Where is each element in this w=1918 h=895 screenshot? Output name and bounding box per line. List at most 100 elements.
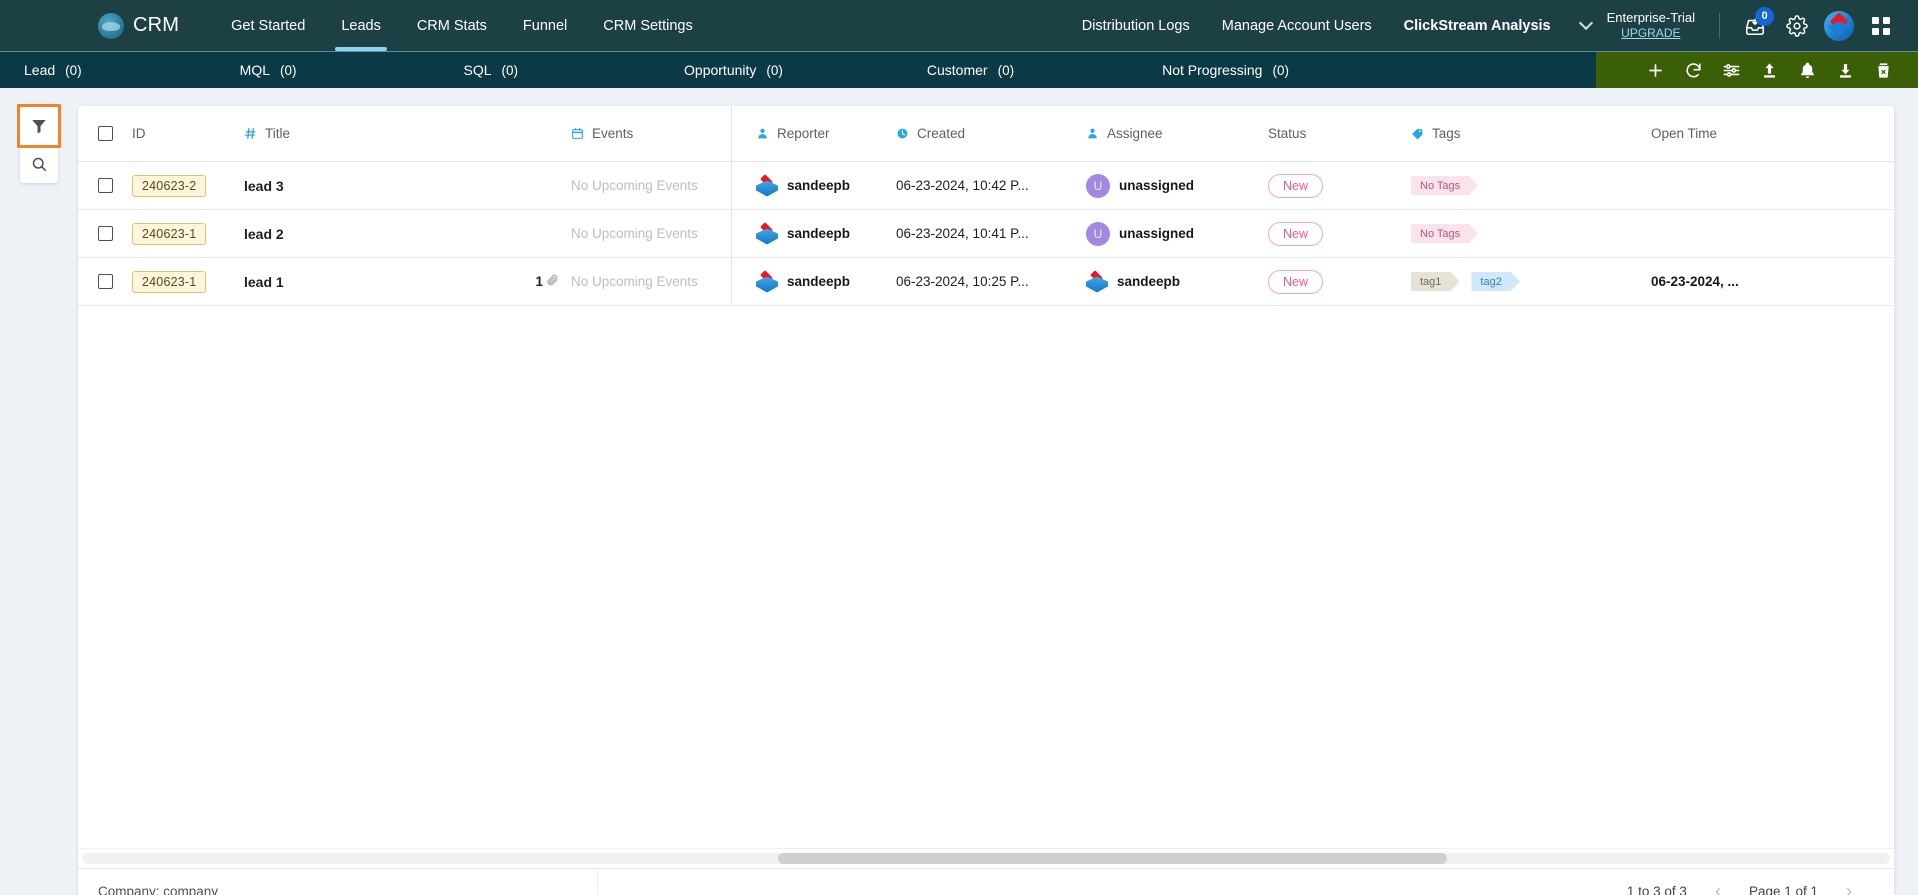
reporter-name: sandeepb xyxy=(787,178,851,193)
filter-icon[interactable] xyxy=(17,104,61,148)
next-page-button[interactable]: › xyxy=(1844,881,1854,895)
tag-icon xyxy=(1411,127,1424,140)
stage-opportunity-count: (0) xyxy=(766,62,783,78)
grid-glyph xyxy=(1872,16,1890,35)
search-icon[interactable] xyxy=(20,145,58,183)
top-navigation-bar: CRM Get Started Leads CRM Stats Funnel C… xyxy=(0,0,1918,51)
inbox-download-icon[interactable]: 0 xyxy=(1738,6,1774,43)
nav-distribution-logs[interactable]: Distribution Logs xyxy=(1066,0,1206,51)
cell-created: 06-23-2024, 10:25 P... xyxy=(896,274,1086,289)
download-icon[interactable] xyxy=(1832,57,1858,83)
add-icon[interactable] xyxy=(1642,57,1668,83)
select-all-checkbox[interactable] xyxy=(97,126,113,141)
brand[interactable]: CRM xyxy=(98,12,180,39)
select-all-cell xyxy=(78,126,132,141)
calendar-icon xyxy=(571,127,584,140)
stage-lead[interactable]: Lead (0) xyxy=(24,62,82,78)
brand-name: CRM xyxy=(133,14,180,36)
upgrade-link[interactable]: UPGRADE xyxy=(1621,26,1680,41)
tag-chip[interactable]: tag2 xyxy=(1471,272,1519,291)
cell-id: 240623-2 xyxy=(132,174,244,197)
nav-get-started[interactable]: Get Started xyxy=(213,0,323,51)
header-assignee-label: Assignee xyxy=(1107,126,1163,141)
attachment-count: 1 xyxy=(535,274,543,289)
open-time-text: 06-23-2024, ... xyxy=(1651,274,1739,289)
nav-manage-account-users[interactable]: Manage Account Users xyxy=(1206,0,1388,51)
nav-clickstream-analysis[interactable]: ClickStream Analysis xyxy=(1388,0,1567,51)
nav-crm-settings[interactable]: CRM Settings xyxy=(585,0,710,51)
header-title-label: Title xyxy=(265,126,291,141)
chevron-down-icon[interactable] xyxy=(1578,15,1593,31)
table-row[interactable]: 240623-1 lead 1 1 No Upcoming Events san… xyxy=(78,258,1894,306)
row-checkbox[interactable] xyxy=(97,226,113,241)
header-reporter-label: Reporter xyxy=(777,126,830,141)
scrollbar-track[interactable] xyxy=(82,853,1890,864)
row-checkbox[interactable] xyxy=(97,274,113,289)
status-badge[interactable]: New xyxy=(1268,269,1324,294)
paperclip-icon xyxy=(546,274,559,290)
header-title[interactable]: Title xyxy=(244,126,571,141)
account-cube-icon[interactable] xyxy=(1822,9,1856,43)
column-settings-icon[interactable] xyxy=(1718,57,1744,83)
cell-reporter: sandeepb xyxy=(732,269,896,293)
stage-sql[interactable]: SQL (0) xyxy=(464,62,519,78)
primary-nav-links: Get Started Leads CRM Stats Funnel CRM S… xyxy=(213,0,711,51)
stage-mql-label: MQL xyxy=(239,62,270,78)
avatar: U xyxy=(1086,221,1110,246)
title-text[interactable]: lead 2 xyxy=(244,226,284,242)
stage-opportunity[interactable]: Opportunity (0) xyxy=(684,62,783,78)
status-badge[interactable]: New xyxy=(1268,221,1324,246)
nav-leads[interactable]: Leads xyxy=(323,0,399,51)
scrollbar-thumb[interactable] xyxy=(778,853,1448,864)
header-reporter[interactable]: Reporter xyxy=(732,126,896,141)
stage-not-progressing[interactable]: Not Progressing (0) xyxy=(1162,62,1289,78)
avatar xyxy=(756,221,778,245)
id-chip[interactable]: 240623-2 xyxy=(132,174,207,197)
status-badge[interactable]: New xyxy=(1268,173,1324,198)
inbox-badge: 0 xyxy=(1755,6,1774,26)
created-text: 06-23-2024, 10:42 P... xyxy=(896,178,1029,193)
tag-chip[interactable]: No Tags xyxy=(1411,224,1478,243)
prev-page-button[interactable]: ‹ xyxy=(1713,881,1723,895)
id-chip[interactable]: 240623-1 xyxy=(132,222,207,245)
stage-list: Lead (0) MQL (0) SQL (0) Opportunity (0)… xyxy=(0,52,1596,88)
header-created[interactable]: Created xyxy=(896,126,1086,141)
stage-customer[interactable]: Customer (0) xyxy=(927,62,1014,78)
title-text[interactable]: lead 1 xyxy=(244,274,284,290)
tag-chip[interactable]: tag1 xyxy=(1411,272,1459,291)
upload-icon[interactable] xyxy=(1756,57,1782,83)
plan-name: Enterprise-Trial xyxy=(1606,9,1695,25)
id-chip[interactable]: 240623-1 xyxy=(132,270,207,293)
header-tags-label: Tags xyxy=(1432,126,1461,141)
header-open-time[interactable]: Open Time xyxy=(1651,126,1801,141)
table-row[interactable]: 240623-1 lead 2 No Upcoming Events sande… xyxy=(78,210,1894,258)
bell-icon[interactable] xyxy=(1794,57,1820,83)
row-checkbox[interactable] xyxy=(97,178,113,193)
delete-icon[interactable] xyxy=(1870,57,1896,83)
cell-tags: tag1 tag2 xyxy=(1411,272,1651,291)
header-status[interactable]: Status xyxy=(1268,126,1411,141)
tag-chip[interactable]: No Tags xyxy=(1411,176,1478,195)
gear-icon[interactable] xyxy=(1780,9,1814,43)
account-avatar xyxy=(1824,10,1854,41)
header-id[interactable]: ID xyxy=(132,126,244,141)
refresh-icon[interactable] xyxy=(1680,57,1706,83)
leads-panel: ID Title Events Reporter Created Assigne… xyxy=(78,106,1894,895)
cell-id: 240623-1 xyxy=(132,222,244,245)
nav-crm-stats[interactable]: CRM Stats xyxy=(399,0,505,51)
stage-mql[interactable]: MQL (0) xyxy=(240,62,297,78)
table-row[interactable]: 240623-2 lead 3 No Upcoming Events sande… xyxy=(78,162,1894,210)
nav-funnel[interactable]: Funnel xyxy=(505,0,585,51)
cell-title: lead 2 xyxy=(244,226,571,242)
apps-grid-icon[interactable] xyxy=(1864,9,1898,43)
attachment-indicator[interactable]: 1 xyxy=(535,274,571,290)
stage-not-progressing-count: (0) xyxy=(1272,62,1289,78)
title-text[interactable]: lead 3 xyxy=(244,178,284,194)
header-tags[interactable]: Tags xyxy=(1411,126,1651,141)
row-select-cell xyxy=(78,178,132,193)
cell-assignee: U unassigned xyxy=(1086,221,1268,246)
header-events[interactable]: Events xyxy=(571,126,731,141)
header-assignee[interactable]: Assignee xyxy=(1086,126,1268,141)
horizontal-scrollbar[interactable] xyxy=(78,848,1894,868)
cell-events: No Upcoming Events xyxy=(571,178,731,193)
